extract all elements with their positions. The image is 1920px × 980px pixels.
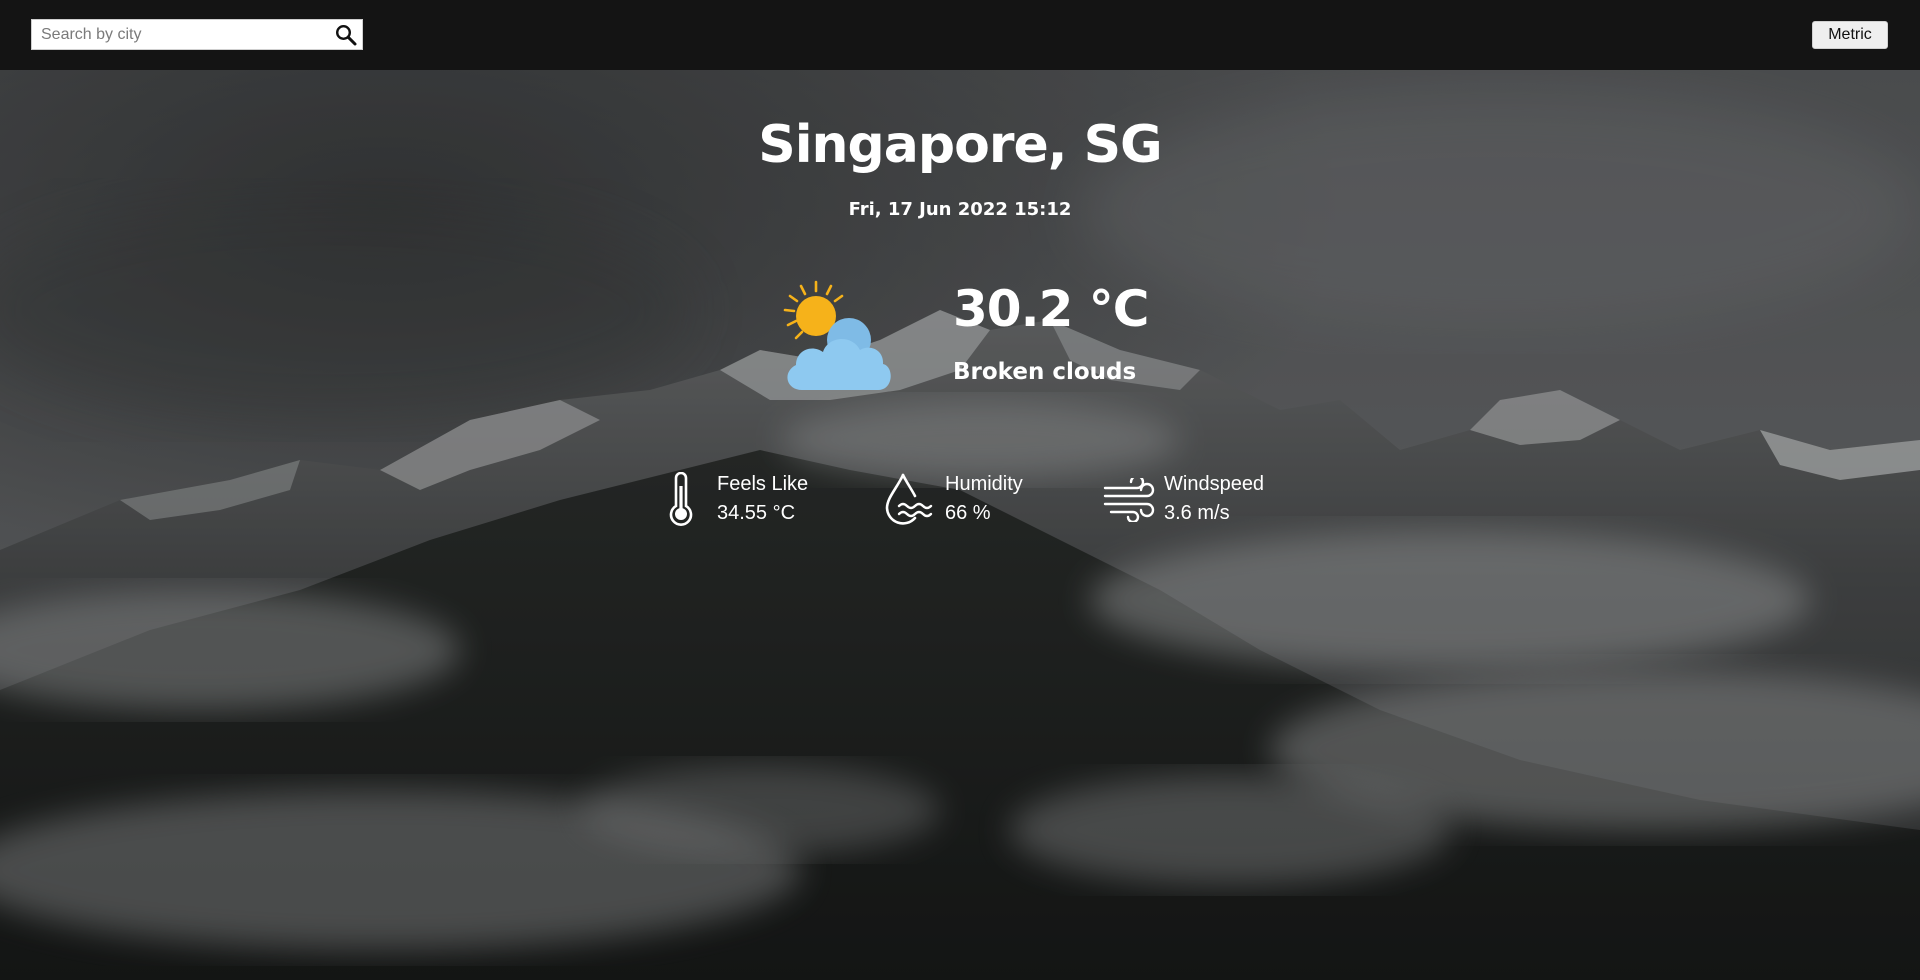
search-input[interactable] <box>32 20 331 49</box>
city-title: Singapore, SG <box>758 115 1162 175</box>
date-time: Fri, 17 Jun 2022 15:12 <box>848 199 1072 220</box>
feels-like-label: Feels Like <box>717 473 809 495</box>
weather-condition: Broken clouds <box>953 359 1137 385</box>
humidity-label: Humidity <box>945 473 1023 495</box>
feels-like-value: 34.55 °C <box>717 502 796 524</box>
windspeed-value: 3.6 m/s <box>1164 502 1230 524</box>
top-bar: Metric <box>0 0 1920 70</box>
search-icon[interactable] <box>334 23 358 47</box>
sun-behind-cloud-icon <box>766 276 906 396</box>
weather-panel: Singapore, SG Fri, 17 Jun 2022 15:12 30.… <box>0 0 1920 980</box>
current-temperature: 30.2 °C <box>953 280 1149 338</box>
humidity-drop-icon <box>883 472 937 533</box>
search-box[interactable] <box>31 19 363 50</box>
humidity-value: 66 % <box>945 502 991 524</box>
weather-app: Metric <box>0 0 1920 980</box>
units-toggle-button[interactable]: Metric <box>1812 21 1888 49</box>
wind-icon <box>1103 474 1157 527</box>
windspeed-label: Windspeed <box>1164 473 1265 495</box>
thermometer-icon <box>664 471 698 535</box>
